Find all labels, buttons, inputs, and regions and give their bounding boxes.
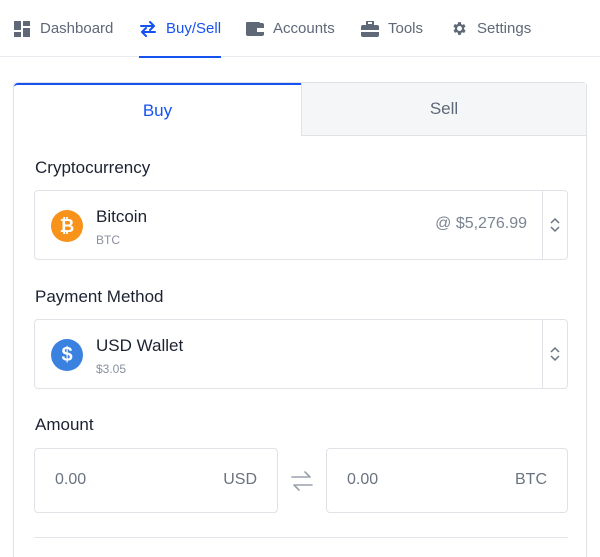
nav-dashboard[interactable]: Dashboard: [13, 0, 113, 57]
nav-settings[interactable]: Settings: [450, 0, 531, 57]
nav-tools[interactable]: Tools: [361, 0, 423, 57]
nav-label: Tools: [388, 20, 424, 37]
crypto-name: Bitcoin: [96, 207, 148, 226]
chevron-up-down-icon: [542, 191, 567, 259]
crypto-symbol: BTC: [96, 233, 120, 247]
dollar-icon: $: [51, 339, 83, 371]
btc-amount-value: 0.00: [347, 471, 379, 488]
gear-icon: [450, 20, 468, 38]
toolbox-icon: [361, 20, 379, 38]
bitcoin-icon: ₿: [51, 210, 83, 242]
trade-tabs: Buy Sell: [14, 83, 586, 136]
nav-label: Settings: [477, 20, 532, 37]
usd-amount-input[interactable]: 0.00 USD: [34, 448, 278, 513]
nav-label: Accounts: [273, 20, 335, 37]
trade-card: Buy Sell Cryptocurrency ₿ Bitcoin BTC @ …: [13, 82, 587, 557]
divider: [34, 537, 568, 538]
dashboard-icon: [13, 20, 31, 38]
tab-sell[interactable]: Sell: [301, 83, 586, 136]
nav-label: Dashboard: [40, 20, 114, 37]
chevron-up-down-icon: [542, 320, 567, 388]
payment-method-label: Payment Method: [35, 287, 164, 306]
amount-label: Amount: [35, 415, 94, 434]
nav-label: Buy/Sell: [166, 20, 222, 37]
usd-currency-label: USD: [223, 471, 257, 488]
tab-buy[interactable]: Buy: [14, 83, 301, 136]
btc-amount-input[interactable]: 0.00 BTC: [326, 448, 568, 513]
nav-accounts[interactable]: Accounts: [246, 0, 335, 57]
payment-name: USD Wallet: [96, 336, 184, 355]
swap-currency-icon[interactable]: [290, 470, 314, 492]
swap-arrows-icon: [139, 20, 157, 38]
cryptocurrency-select[interactable]: ₿ Bitcoin BTC @ $5,276.99: [34, 190, 568, 260]
btc-currency-label: BTC: [515, 471, 547, 488]
payment-method-select[interactable]: $ USD Wallet $3.05: [34, 319, 568, 389]
payment-balance: $3.05: [96, 362, 127, 376]
wallet-icon: [246, 20, 264, 38]
cryptocurrency-label: Cryptocurrency: [35, 158, 151, 177]
crypto-price: @ $5,276.99: [435, 215, 527, 232]
top-nav: Dashboard Buy/Sell Accounts Tools Settin…: [0, 0, 600, 58]
nav-buy-sell[interactable]: Buy/Sell: [139, 0, 222, 58]
usd-amount-value: 0.00: [55, 471, 87, 488]
